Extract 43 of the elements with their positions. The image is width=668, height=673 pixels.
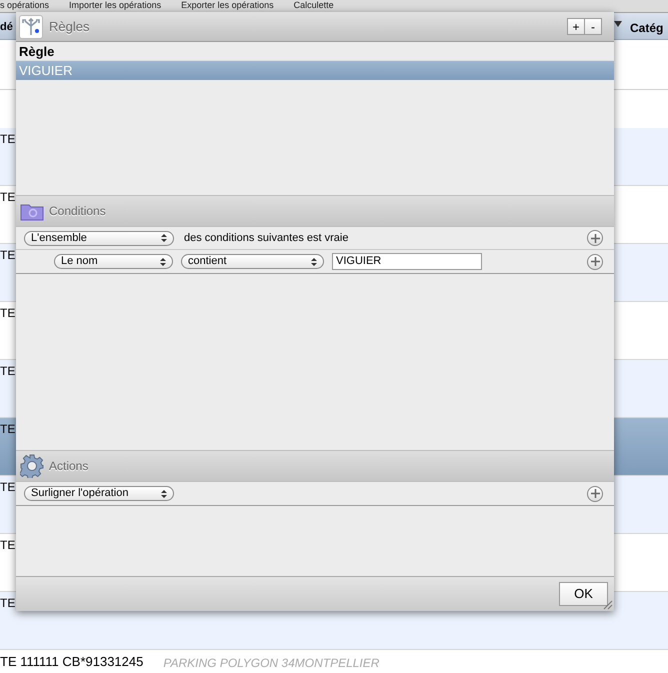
toolbar-button[interactable]: Exporter les opérations: [181, 0, 274, 11]
row-text: TE: [0, 421, 16, 438]
add-button[interactable]: [587, 230, 603, 246]
updown-arrows-icon: [160, 256, 166, 266]
row-detail: PARKING POLYGON 34MONTPELLIER: [163, 655, 380, 672]
row-text: TE: [0, 131, 16, 148]
ok-button[interactable]: OK: [559, 582, 608, 606]
condition-text: des conditions suivantes est vraie: [184, 230, 348, 246]
row-text: TE: [0, 537, 16, 554]
section-title: Conditions: [49, 203, 106, 220]
window-title: Règles: [49, 18, 90, 36]
resize-grip-icon[interactable]: [603, 600, 613, 610]
toolbar-button[interactable]: -: [584, 18, 602, 35]
dropdown[interactable]: Surligner l'opération: [24, 486, 174, 501]
gear-icon: [19, 454, 45, 478]
updown-arrows-icon: [311, 256, 317, 266]
updown-arrows-icon: [161, 488, 167, 498]
toolbar-button[interactable]: s opérations: [0, 0, 50, 11]
row-text: TE: [0, 479, 16, 496]
plus-icon: [590, 489, 600, 498]
toolbar-button[interactable]: Importer les opérations: [69, 0, 162, 11]
rules-icon: [19, 14, 43, 38]
row-text: TE: [0, 247, 16, 264]
add-button[interactable]: [587, 486, 603, 502]
sort-caret-icon: [614, 21, 622, 27]
section-title: Actions: [49, 458, 88, 475]
updown-arrows-icon: [161, 233, 167, 243]
plus-icon: [590, 234, 600, 242]
row-text: TE: [0, 305, 16, 322]
row-text: TE: [0, 189, 16, 206]
plus-icon: [590, 257, 600, 266]
row-text: TE: [0, 595, 16, 612]
add-button[interactable]: [587, 254, 603, 270]
dropdown[interactable]: contient: [181, 254, 324, 269]
row-text: TE 111111 CB*91331245: [0, 653, 144, 671]
dropdown[interactable]: Le nom: [54, 254, 173, 269]
dropdown[interactable]: L'ensemble: [24, 230, 174, 246]
toolbar-button[interactable]: +: [567, 18, 585, 35]
row-text: TE: [0, 363, 16, 380]
input-field[interactable]: VIGUIER: [332, 253, 482, 270]
column-header[interactable]: Catég: [630, 19, 664, 37]
column-header[interactable]: dé: [0, 19, 13, 36]
toolbar-button[interactable]: Calculette: [294, 0, 334, 11]
